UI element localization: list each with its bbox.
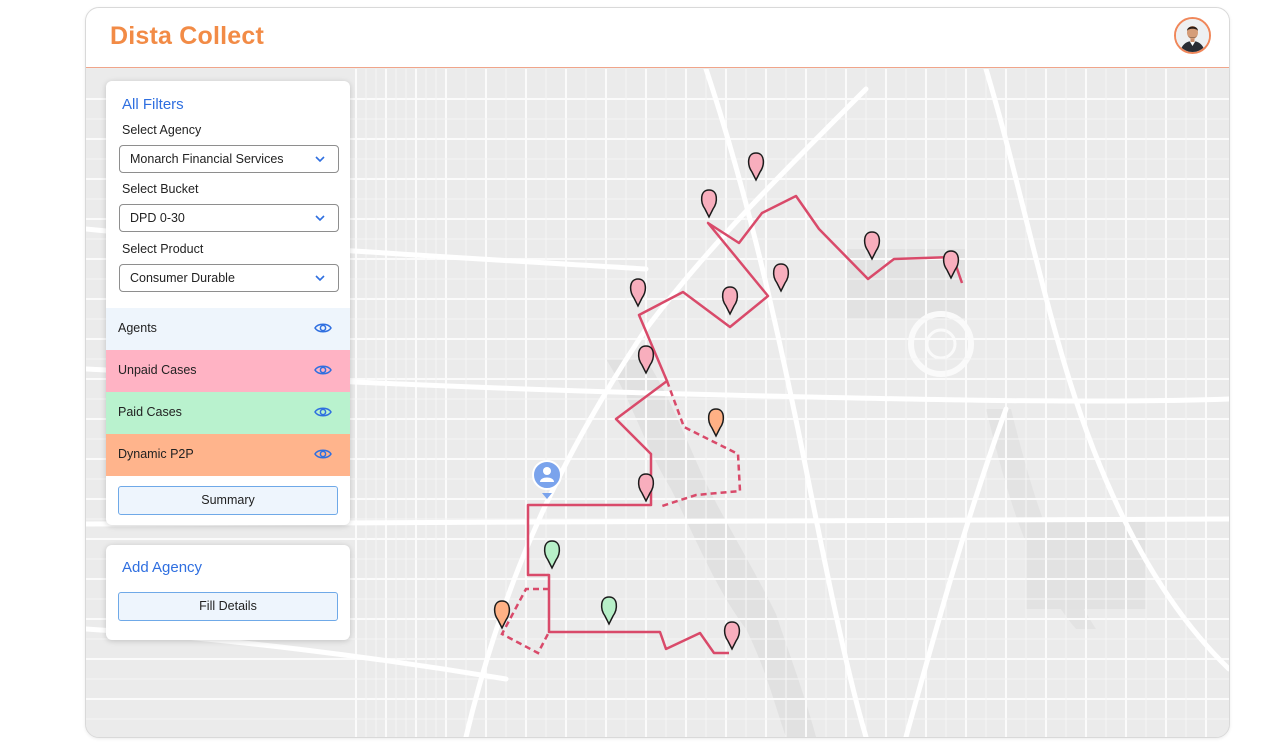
eye-icon[interactable] — [314, 447, 332, 461]
product-select[interactable]: Consumer Durable — [119, 264, 339, 292]
layer-agents[interactable]: Agents — [106, 308, 350, 350]
agency-value: Monarch Financial Services — [130, 152, 284, 166]
product-value: Consumer Durable — [130, 271, 235, 285]
bucket-select[interactable]: DPD 0-30 — [119, 204, 339, 232]
eye-icon[interactable] — [314, 321, 332, 335]
bucket-label: Select Bucket — [122, 182, 199, 196]
app-header: Dista Collect — [86, 8, 1229, 68]
user-avatar-icon — [1176, 19, 1209, 52]
layer-unpaid-cases[interactable]: Unpaid Cases — [106, 350, 350, 392]
chevron-down-icon — [315, 156, 325, 163]
product-label: Select Product — [122, 242, 204, 256]
app-window: Dista Collect All Filters Select Agency … — [85, 7, 1230, 738]
bucket-value: DPD 0-30 — [130, 211, 185, 225]
eye-icon[interactable] — [314, 405, 332, 419]
chevron-down-icon — [315, 215, 325, 222]
add-agency-panel: Add Agency Fill Details — [106, 545, 350, 640]
agency-select[interactable]: Monarch Financial Services — [119, 145, 339, 173]
filters-title: All Filters — [122, 96, 184, 113]
filters-panel: All Filters Select Agency Monarch Financ… — [106, 81, 350, 525]
layer-label: Paid Cases — [118, 405, 182, 419]
layer-dynamic-p2p[interactable]: Dynamic P2P — [106, 434, 350, 476]
layer-paid-cases[interactable]: Paid Cases — [106, 392, 350, 434]
layer-label: Unpaid Cases — [118, 363, 197, 377]
layer-label: Dynamic P2P — [118, 447, 194, 461]
user-avatar[interactable] — [1174, 17, 1211, 54]
add-agency-title: Add Agency — [122, 559, 203, 576]
app-title: Dista Collect — [110, 22, 265, 50]
fill-details-button[interactable]: Fill Details — [118, 592, 338, 621]
chevron-down-icon — [315, 275, 325, 282]
eye-icon[interactable] — [314, 363, 332, 377]
layer-label: Agents — [118, 321, 157, 335]
agency-label: Select Agency — [122, 123, 202, 137]
summary-button[interactable]: Summary — [118, 486, 338, 515]
